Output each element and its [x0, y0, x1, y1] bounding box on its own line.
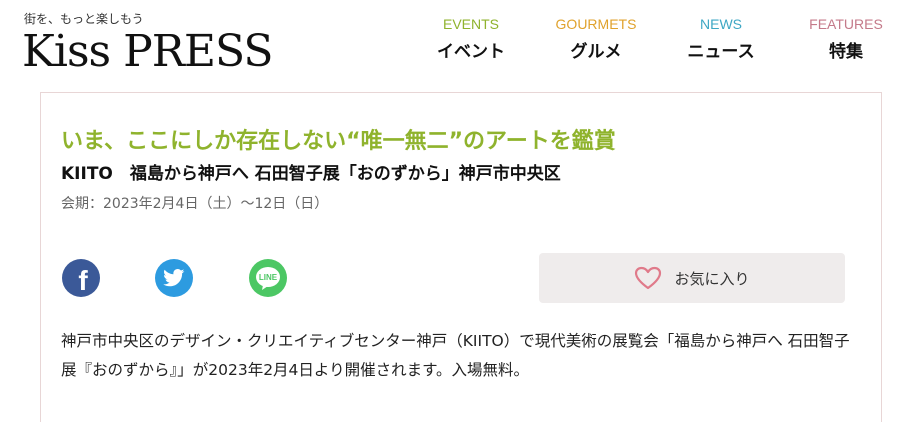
nav-news-en: NEWS: [700, 16, 742, 32]
nav-gourmets-en: GOURMETS: [555, 16, 637, 32]
nav-events-ja: イベント: [437, 42, 505, 62]
favorite-button[interactable]: お気に入り: [539, 253, 845, 303]
nav-gourmets[interactable]: GOURMETS グルメ: [553, 16, 639, 76]
svg-text:f: f: [78, 265, 88, 296]
facebook-icon: f: [78, 265, 88, 296]
site-tagline: 街を、もっと楽しもう: [24, 12, 144, 26]
nav-features[interactable]: FEATURES 特集: [805, 16, 887, 76]
site-header: 街を、もっと楽しもう Kiss PRESS EVENTS イベント GOURME…: [0, 0, 915, 90]
favorite-label: お気に入り: [674, 269, 750, 288]
nav-events-en: EVENTS: [442, 16, 499, 32]
twitter-share-button[interactable]: [155, 259, 193, 297]
event-period: 会期：2023年2月4日（土）〜12日（日）: [61, 196, 329, 212]
nav-news[interactable]: NEWS ニュース: [684, 16, 758, 76]
article-card: いま、ここにしか存在しない“唯一無二”のアートを鑑賞 KIITO 福島から神戸へ…: [40, 92, 882, 422]
nav-gourmets-ja: グルメ: [570, 42, 622, 62]
line-share-button[interactable]: LINE: [249, 259, 287, 297]
nav-features-en: FEATURES: [809, 16, 883, 32]
article-subhead: KIITO 福島から神戸へ 石田智子展「おのずから」神戸市中央区: [61, 164, 561, 184]
nav-features-ja: 特集: [829, 42, 863, 62]
twitter-icon: [163, 269, 185, 287]
article-headline: いま、ここにしか存在しない“唯一無二”のアートを鑑賞: [61, 129, 616, 154]
article-body: 神戸市中央区のデザイン・クリエイティブセンター神戸（KIITO）で現代美術の展覧…: [61, 332, 850, 379]
nav-news-ja: ニュース: [687, 42, 755, 62]
line-icon: LINE: [256, 267, 280, 290]
facebook-share-button[interactable]: f: [62, 259, 100, 297]
line-icon-label: LINE: [259, 273, 278, 282]
nav-events[interactable]: EVENTS イベント: [435, 16, 507, 76]
site-logo[interactable]: Kiss PRESS: [22, 26, 273, 77]
heart-icon: [635, 266, 662, 290]
